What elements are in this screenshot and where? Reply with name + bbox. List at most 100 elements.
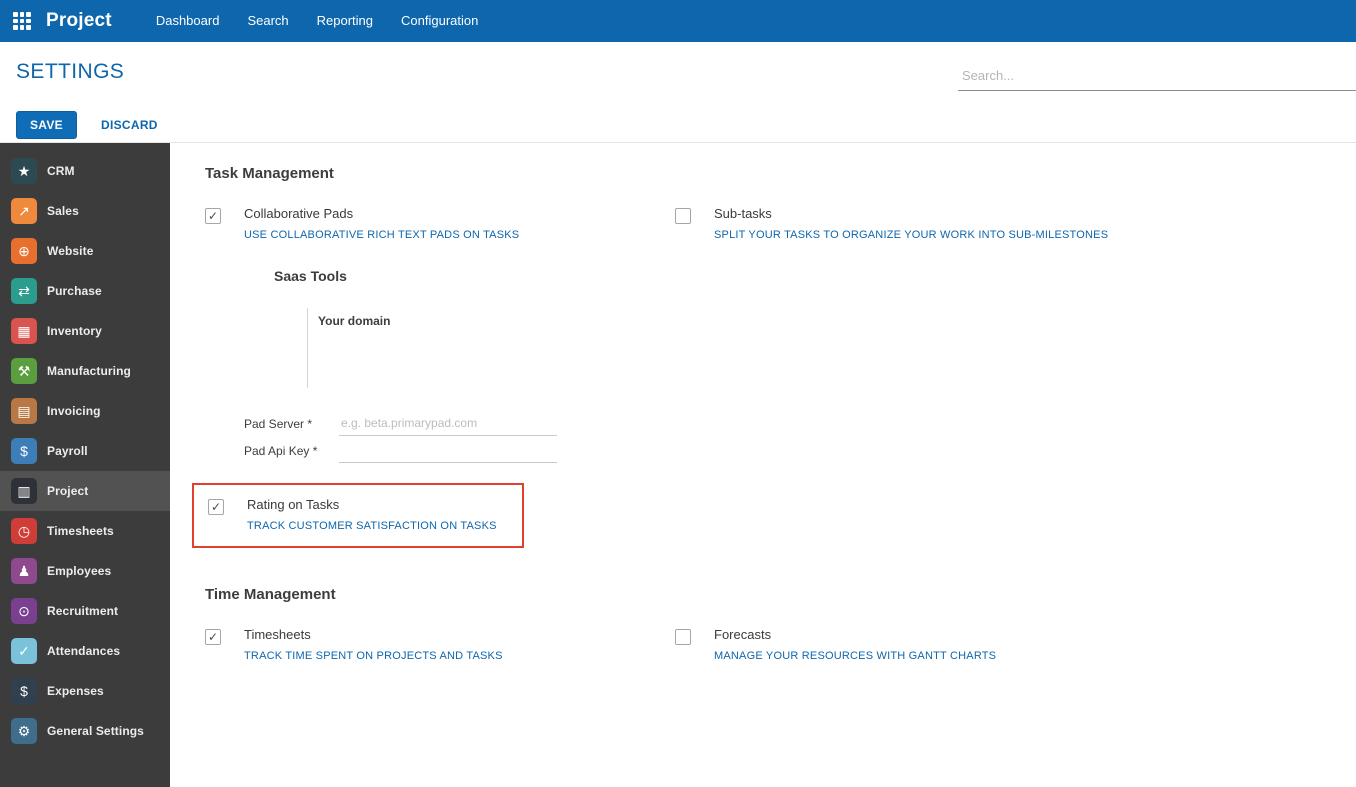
task-management-right-column: Sub-tasks SPLIT YOUR TASKS TO ORGANIZE Y… — [675, 206, 1356, 241]
saas-tools-title: Saas Tools — [274, 268, 347, 284]
time-management-right-column: Forecasts MANAGE YOUR RESOURCES WITH GAN… — [675, 627, 1356, 662]
sidebar-item-employees[interactable]: ♟ Employees — [0, 551, 170, 591]
sidebar-item-purchase[interactable]: ⇄ Purchase — [0, 271, 170, 311]
search-input[interactable] — [958, 64, 1356, 90]
sidebar-item-payroll[interactable]: $ Payroll — [0, 431, 170, 471]
employees-icon: ♟ — [11, 558, 37, 584]
sidebar-item-label: General Settings — [47, 724, 144, 738]
inventory-icon: ▦ — [11, 318, 37, 344]
sidebar-item-label: Expenses — [47, 684, 104, 698]
sidebar-item-label: Attendances — [47, 644, 121, 658]
sub-tasks-checkbox[interactable] — [675, 208, 691, 224]
setting-rating-on-tasks: Rating on Tasks TRACK CUSTOMER SATISFACT… — [208, 497, 510, 532]
sidebar-item-label: Payroll — [47, 444, 88, 458]
sidebar-item-recruitment[interactable]: ⊙ Recruitment — [0, 591, 170, 631]
settings-sidebar: ★ CRM ↗ Sales ⊕ Website ⇄ Purchase ▦ Inv… — [0, 143, 170, 787]
setting-sub-tasks: Sub-tasks SPLIT YOUR TASKS TO ORGANIZE Y… — [675, 206, 1356, 241]
collaborative-pads-description: USE COLLABORATIVE RICH TEXT PADS ON TASK… — [244, 229, 520, 241]
attendances-icon: ✓ — [11, 638, 37, 664]
rating-highlight-box: Rating on Tasks TRACK CUSTOMER SATISFACT… — [192, 483, 524, 548]
sidebar-item-label: Sales — [47, 204, 79, 218]
sidebar-item-label: Employees — [47, 564, 112, 578]
sidebar-item-invoicing[interactable]: ▤ Invoicing — [0, 391, 170, 431]
sidebar-item-label: Invoicing — [47, 404, 101, 418]
sales-icon: ↗ — [11, 198, 37, 224]
settings-layout: ★ CRM ↗ Sales ⊕ Website ⇄ Purchase ▦ Inv… — [0, 142, 1356, 787]
app-window: Project Dashboard Search Reporting Confi… — [0, 0, 1356, 787]
pad-api-key-field-row: Pad Api Key * — [244, 441, 675, 463]
section-title-time-management: Time Management — [205, 586, 336, 603]
sidebar-item-crm[interactable]: ★ CRM — [0, 151, 170, 191]
section-title-task-management: Task Management — [205, 165, 334, 182]
sidebar-item-expenses[interactable]: $ Expenses — [0, 671, 170, 711]
rating-on-tasks-label: Rating on Tasks — [247, 497, 340, 512]
sidebar-item-sales[interactable]: ↗ Sales — [0, 191, 170, 231]
your-domain-group: Your domain — [307, 308, 675, 388]
nav-item-search[interactable]: Search — [233, 0, 302, 42]
actions-bar: SAVE DISCARD — [0, 100, 1356, 142]
sidebar-item-project[interactable]: ▥ Project — [0, 471, 170, 511]
pad-server-field-row: Pad Server * — [244, 414, 675, 436]
sidebar-item-label: Purchase — [47, 284, 102, 298]
pad-api-key-label: Pad Api Key * — [244, 444, 318, 458]
sidebar-item-attendances[interactable]: ✓ Attendances — [0, 631, 170, 671]
sidebar-item-website[interactable]: ⊕ Website — [0, 231, 170, 271]
settings-panel: Task Management Collaborative Pads USE C… — [170, 143, 1356, 787]
apps-grid-icon[interactable] — [13, 12, 31, 30]
sidebar-item-label: Website — [47, 244, 94, 258]
sidebar-item-label: Timesheets — [47, 524, 114, 538]
forecasts-description: MANAGE YOUR RESOURCES WITH GANTT CHARTS — [714, 650, 997, 662]
your-domain-label: Your domain — [318, 314, 391, 328]
discard-button[interactable]: DISCARD — [95, 117, 164, 133]
sidebar-item-inventory[interactable]: ▦ Inventory — [0, 311, 170, 351]
setting-timesheets: Timesheets TRACK TIME SPENT ON PROJECTS … — [205, 627, 675, 662]
pad-api-key-input[interactable] — [339, 441, 557, 463]
recruitment-icon: ⊙ — [11, 598, 37, 624]
save-button[interactable]: SAVE — [16, 111, 77, 139]
sidebar-item-general-settings[interactable]: ⚙ General Settings — [0, 711, 170, 751]
general-settings-icon: ⚙ — [11, 718, 37, 744]
rating-on-tasks-description: TRACK CUSTOMER SATISFACTION ON TASKS — [247, 520, 497, 532]
setting-text: Timesheets TRACK TIME SPENT ON PROJECTS … — [244, 627, 503, 662]
website-icon: ⊕ — [11, 238, 37, 264]
top-navbar: Project Dashboard Search Reporting Confi… — [0, 0, 1356, 42]
expenses-icon: $ — [11, 678, 37, 704]
app-title: Project — [46, 10, 112, 31]
nav-menus: Dashboard Search Reporting Configuration — [142, 0, 493, 42]
sidebar-item-label: Project — [47, 484, 89, 498]
setting-text: Rating on Tasks TRACK CUSTOMER SATISFACT… — [247, 497, 497, 532]
forecasts-checkbox[interactable] — [675, 629, 691, 645]
timesheets-description: TRACK TIME SPENT ON PROJECTS AND TASKS — [244, 650, 503, 662]
timesheets-checkbox[interactable] — [205, 629, 221, 645]
sub-tasks-description: SPLIT YOUR TASKS TO ORGANIZE YOUR WORK I… — [714, 229, 1109, 241]
search-box — [958, 64, 1356, 91]
collaborative-pads-label: Collaborative Pads — [244, 206, 354, 221]
pad-server-label: Pad Server * — [244, 417, 313, 431]
setting-forecasts: Forecasts MANAGE YOUR RESOURCES WITH GAN… — [675, 627, 1356, 662]
nav-item-configuration[interactable]: Configuration — [387, 0, 492, 42]
sidebar-item-label: Inventory — [47, 324, 102, 338]
task-management-row: Collaborative Pads USE COLLABORATIVE RIC… — [192, 206, 1356, 548]
payroll-icon: $ — [11, 438, 37, 464]
sidebar-item-label: Manufacturing — [47, 364, 131, 378]
sidebar-item-manufacturing[interactable]: ⚒ Manufacturing — [0, 351, 170, 391]
invoicing-icon: ▤ — [11, 398, 37, 424]
setting-collaborative-pads: Collaborative Pads USE COLLABORATIVE RIC… — [205, 206, 675, 241]
setting-text: Sub-tasks SPLIT YOUR TASKS TO ORGANIZE Y… — [714, 206, 1108, 241]
nav-item-reporting[interactable]: Reporting — [303, 0, 387, 42]
task-management-left-column: Collaborative Pads USE COLLABORATIVE RIC… — [192, 206, 675, 548]
crm-icon: ★ — [11, 158, 37, 184]
sidebar-item-timesheets[interactable]: ◷ Timesheets — [0, 511, 170, 551]
rating-on-tasks-checkbox[interactable] — [208, 499, 224, 515]
time-management-left-column: Timesheets TRACK TIME SPENT ON PROJECTS … — [205, 627, 675, 662]
pad-server-input[interactable] — [339, 414, 557, 436]
manufacturing-icon: ⚒ — [11, 358, 37, 384]
sidebar-item-label: Recruitment — [47, 604, 119, 618]
project-icon: ▥ — [11, 478, 37, 504]
timesheets-label: Timesheets — [244, 627, 311, 642]
collaborative-pads-checkbox[interactable] — [205, 208, 221, 224]
nav-item-dashboard[interactable]: Dashboard — [142, 0, 234, 42]
setting-text: Forecasts MANAGE YOUR RESOURCES WITH GAN… — [714, 627, 996, 662]
sidebar-item-label: CRM — [47, 164, 75, 178]
setting-text: Collaborative Pads USE COLLABORATIVE RIC… — [244, 206, 519, 241]
